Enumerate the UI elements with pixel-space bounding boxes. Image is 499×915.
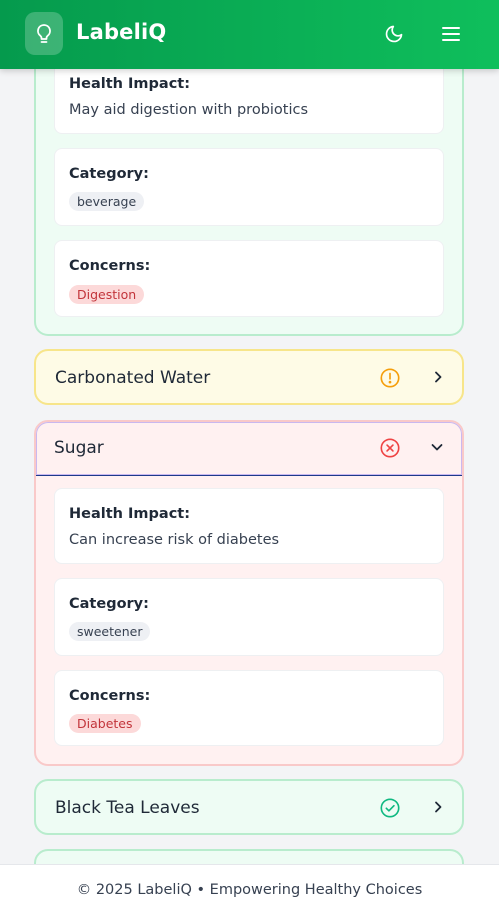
- ingredient-card-carbonated-water[interactable]: Carbonated Water: [34, 349, 464, 405]
- chevron-right-icon[interactable]: [431, 370, 445, 384]
- footer: © 2025 LabeliQ • Empowering Healthy Choi…: [0, 864, 499, 915]
- x-circle-icon: [380, 438, 400, 458]
- concerns-panel: Concerns: Diabetes: [54, 670, 444, 746]
- health-impact-panel: Health Impact: May aid digestion with pr…: [54, 58, 444, 134]
- app-title: LabeliQ: [76, 20, 167, 44]
- category-label: Category:: [69, 166, 149, 182]
- chevron-down-icon[interactable]: [430, 440, 444, 454]
- footer-text: © 2025 LabeliQ • Empowering Healthy Choi…: [76, 882, 423, 898]
- health-impact-panel: Health Impact: Can increase risk of diab…: [54, 488, 444, 564]
- chevron-right-icon[interactable]: [431, 800, 445, 814]
- health-impact-label: Health Impact:: [69, 76, 191, 92]
- hamburger-menu-icon: [442, 27, 460, 41]
- menu-button[interactable]: [439, 22, 463, 46]
- health-impact-text: Can increase risk of diabetes: [69, 532, 280, 548]
- concern-tag: Digestion: [69, 285, 145, 304]
- lightbulb-icon: [37, 23, 51, 43]
- category-label: Category:: [69, 596, 149, 612]
- concerns-label: Concerns:: [69, 258, 151, 274]
- category-tag: sweetener: [69, 622, 151, 641]
- app-header: LabeliQ: [0, 0, 499, 69]
- logo[interactable]: [25, 12, 63, 55]
- category-panel: Category: sweetener: [54, 578, 444, 656]
- ingredient-header-sugar[interactable]: Sugar: [36, 422, 462, 476]
- category-panel: Category: beverage: [54, 148, 444, 226]
- concern-tag: Diabetes: [69, 714, 141, 733]
- theme-toggle-button[interactable]: [382, 22, 406, 46]
- warning-circle-icon: [380, 368, 400, 388]
- category-tag: beverage: [69, 192, 145, 211]
- concerns-panel: Concerns: Digestion: [54, 240, 444, 317]
- concerns-label: Concerns:: [69, 688, 151, 704]
- ingredient-name: Sugar: [54, 438, 104, 458]
- moon-icon: [385, 25, 403, 43]
- check-circle-icon: [380, 798, 400, 818]
- health-impact-text: May aid digestion with probiotics: [69, 102, 309, 118]
- ingredient-name: Black Tea Leaves: [55, 798, 200, 818]
- health-impact-label: Health Impact:: [69, 506, 191, 522]
- ingredient-card-black-tea-leaves[interactable]: Black Tea Leaves: [34, 779, 464, 835]
- ingredient-name: Carbonated Water: [55, 368, 211, 388]
